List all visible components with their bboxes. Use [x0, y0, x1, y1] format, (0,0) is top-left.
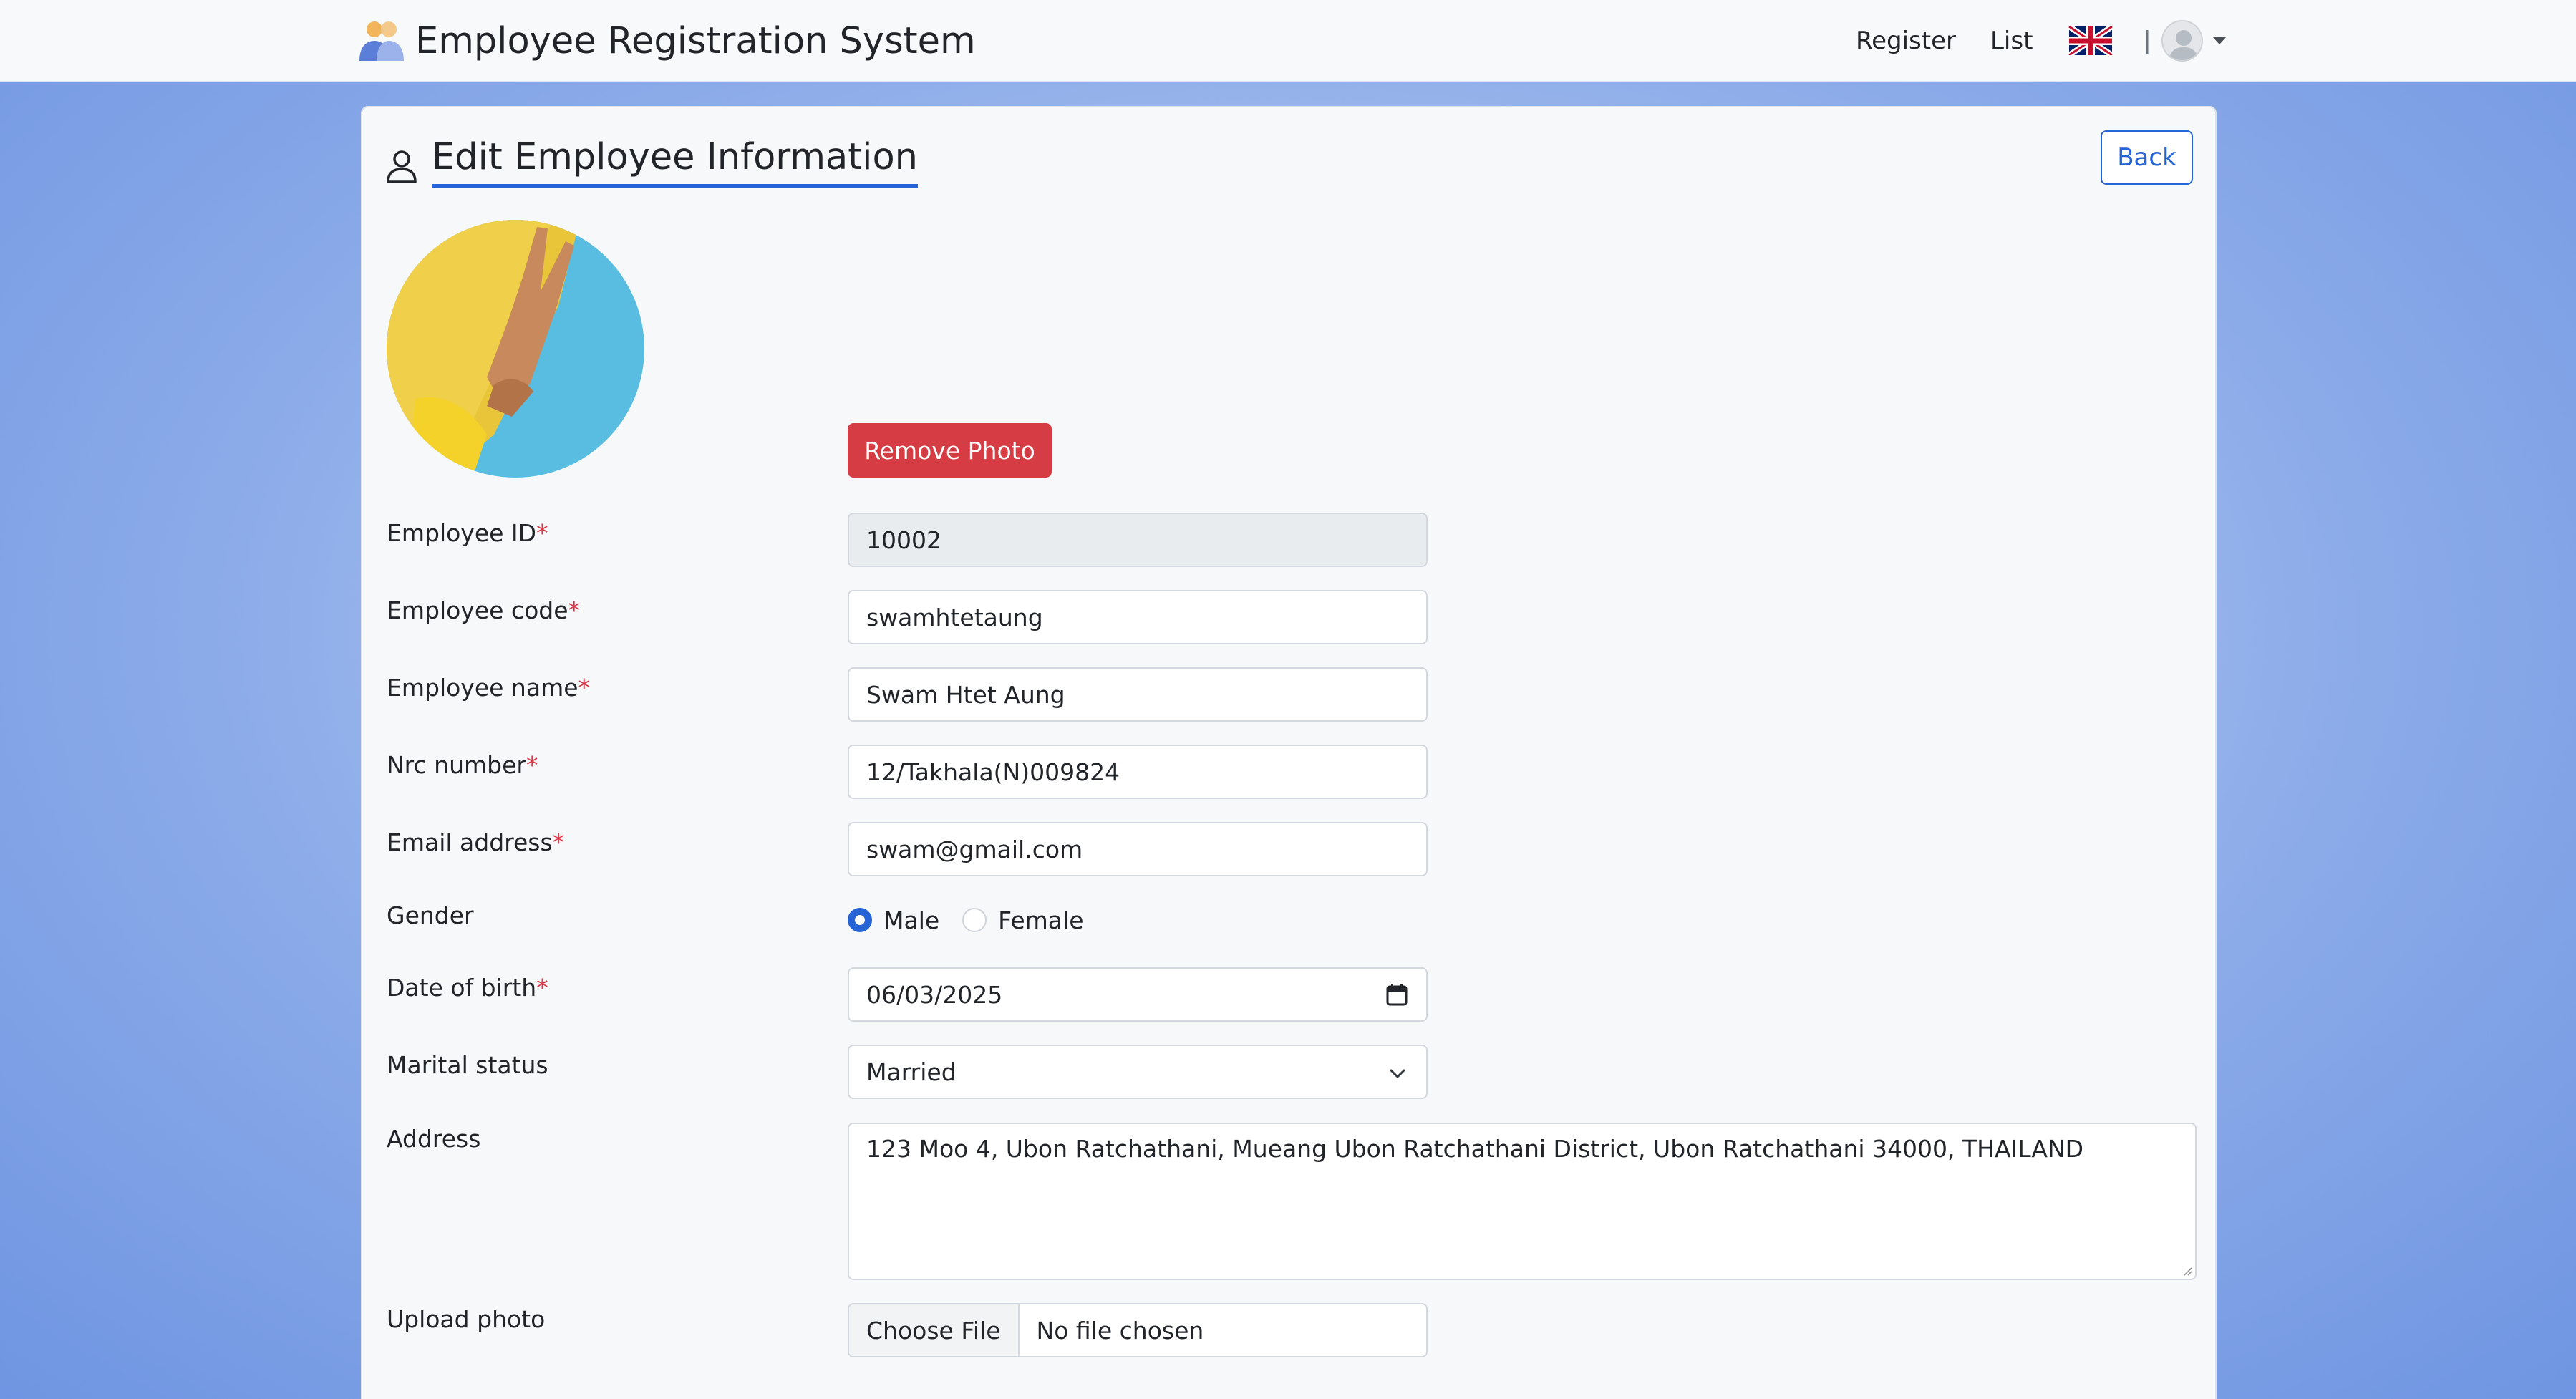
- employee-id-field: 10002: [848, 513, 1428, 567]
- page-title: Edit Employee Information: [432, 136, 918, 188]
- employee-code-input[interactable]: swamhtetaung: [848, 590, 1428, 644]
- required-mark: *: [552, 828, 565, 856]
- required-mark: *: [536, 974, 548, 1002]
- upload-photo-input[interactable]: Choose File No file chosen: [848, 1303, 1428, 1357]
- required-mark: *: [578, 674, 591, 702]
- dob-value: 06/03/2025: [866, 980, 1003, 1009]
- required-mark: *: [526, 751, 538, 779]
- edit-employee-card: Edit Employee Information Back Remove Ph…: [361, 106, 2217, 1399]
- users-icon: [359, 21, 404, 61]
- uk-flag-icon[interactable]: [2068, 26, 2113, 55]
- marital-status-label: Marital status: [387, 1051, 548, 1079]
- nav-register-link[interactable]: Register: [1856, 26, 1956, 55]
- gender-female-radio[interactable]: [962, 908, 987, 932]
- dob-input[interactable]: 06/03/2025: [848, 967, 1428, 1022]
- email-label-text: Email address: [387, 828, 553, 856]
- gender-male-radio[interactable]: [848, 908, 872, 932]
- email-label: Email address*: [387, 828, 564, 856]
- nrc-number-input[interactable]: 12/Takhala(N)009824: [848, 745, 1428, 799]
- nav-list-link[interactable]: List: [1990, 26, 2033, 55]
- file-status: No file chosen: [1036, 1316, 1204, 1345]
- employee-code-label: Employee code*: [387, 596, 580, 624]
- gender-male-label[interactable]: Male: [883, 906, 939, 934]
- calendar-icon[interactable]: [1386, 983, 1408, 1006]
- employee-name-label-text: Employee name: [387, 674, 578, 702]
- nrc-number-label: Nrc number*: [387, 751, 538, 779]
- chevron-down-icon[interactable]: [2212, 37, 2226, 44]
- choose-file-button[interactable]: Choose File: [849, 1304, 1020, 1356]
- user-avatar-icon: [2169, 30, 2199, 60]
- required-mark: *: [568, 596, 581, 624]
- employee-code-label-text: Employee code: [387, 596, 568, 624]
- dob-label-text: Date of birth: [387, 974, 537, 1002]
- person-icon: [387, 150, 417, 183]
- dob-label: Date of birth*: [387, 974, 548, 1002]
- resize-handle-icon[interactable]: [2181, 1264, 2192, 1276]
- nav-links: Register List |: [1856, 16, 2226, 66]
- gender-label: Gender: [387, 901, 474, 929]
- gender-radio-group: Male Female: [848, 899, 1107, 941]
- employee-name-label: Employee name*: [387, 674, 590, 702]
- email-input[interactable]: swam@gmail.com: [848, 822, 1428, 876]
- employee-id-label-text: Employee ID: [387, 519, 537, 547]
- employee-id-label: Employee ID*: [387, 519, 548, 547]
- required-mark: *: [536, 519, 548, 547]
- marital-status-value: Married: [866, 1057, 957, 1086]
- address-textarea[interactable]: 123 Moo 4, Ubon Ratchathani, Mueang Ubon…: [848, 1123, 2197, 1280]
- back-button[interactable]: Back: [2101, 130, 2193, 185]
- user-avatar[interactable]: [2161, 20, 2203, 62]
- gender-female-label[interactable]: Female: [998, 906, 1083, 934]
- employee-name-input[interactable]: Swam Htet Aung: [848, 667, 1428, 722]
- app-title: Employee Registration System: [415, 19, 976, 62]
- remove-photo-button[interactable]: Remove Photo: [848, 423, 1052, 478]
- nrc-number-label-text: Nrc number: [387, 751, 526, 779]
- top-navbar: Employee Registration System Register Li…: [0, 0, 2576, 82]
- chevron-down-icon: [1390, 1069, 1405, 1078]
- brand[interactable]: Employee Registration System: [358, 16, 976, 66]
- nav-separator: |: [2143, 26, 2151, 55]
- employee-photo: [387, 220, 644, 478]
- upload-photo-label: Upload photo: [387, 1305, 546, 1333]
- address-value: 123 Moo 4, Ubon Ratchathani, Mueang Ubon…: [866, 1135, 2084, 1163]
- marital-status-select[interactable]: Married: [848, 1045, 1428, 1099]
- address-label: Address: [387, 1125, 481, 1153]
